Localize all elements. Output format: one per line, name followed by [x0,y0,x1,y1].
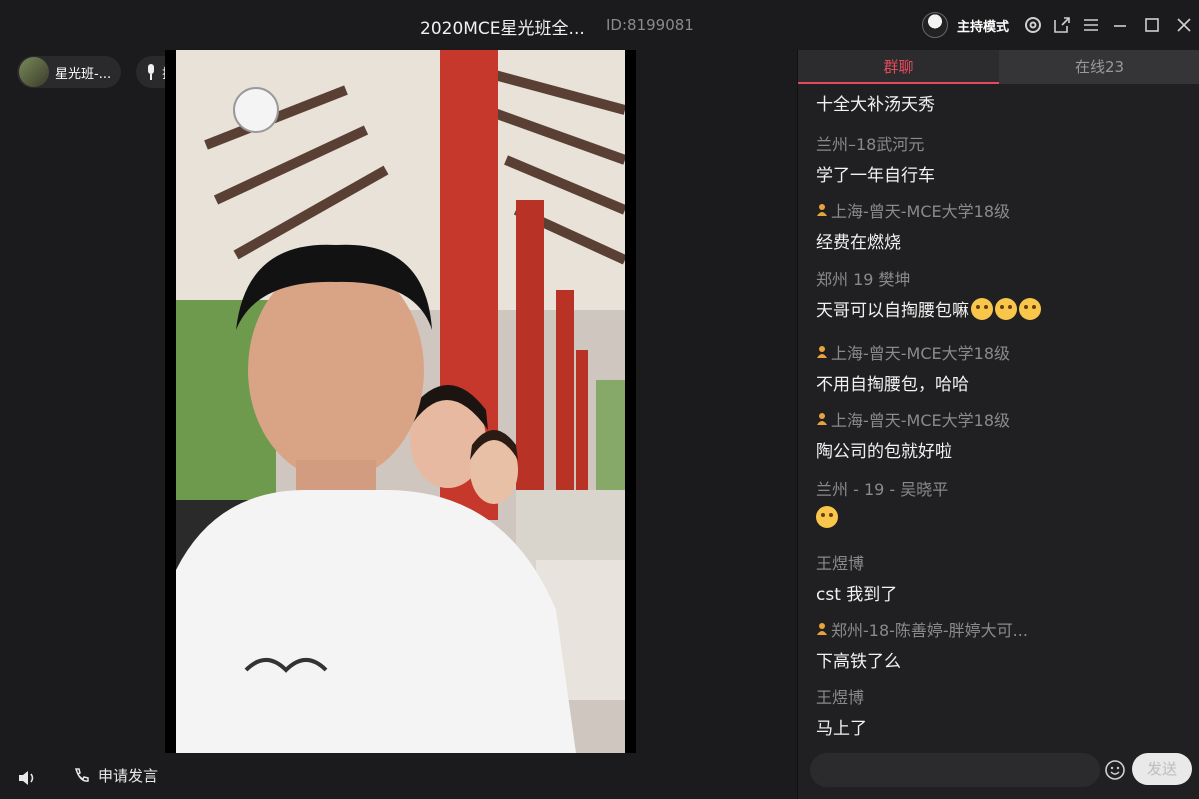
list-item: 上海-曾天-MCE大学18级 陶公司的包就好啦 [816,407,1010,462]
stage-area: 星光班-... 排麦 [0,50,797,799]
minimize-icon[interactable] [1109,14,1131,36]
list-item: 兰州–18武河元 学了一年自行车 [816,131,935,186]
message-sender: 上海-曾天-MCE大学18级 [831,344,1010,363]
list-item: 上海-曾天-MCE大学18级 经费在燃烧 [816,198,1010,253]
video-frame [176,50,625,753]
list-item: 兰州 - 19 - 吴晓平 [816,476,948,528]
message-text: 十全大补汤天秀 [816,95,935,115]
close-icon[interactable] [1173,14,1195,36]
message-sender: 上海-曾天-MCE大学18级 [831,411,1010,430]
list-item: 郑州 19 樊坤 天哥可以自掏腰包嘛 [816,266,1041,321]
list-item: 十全大补汤天秀 [816,90,935,115]
message-sender: 上海-曾天-MCE大学18级 [831,202,1010,221]
message-text: 陶公司的包就好啦 [816,442,952,462]
message-text-row: 天哥可以自掏腰包嘛 [816,296,1041,321]
chat-panel: 群聊 在线23 十全大补汤天秀 兰州–18武河元 学了一年自行车 上海-曾天-M… [797,50,1199,799]
message-sender: 兰州 - 19 - 吴晓平 [816,480,949,499]
message-sender: 王煜博 [816,554,865,573]
message-text: 下高铁了么 [816,652,901,672]
stage-controls: 申请发言 [0,753,797,799]
phone-icon [74,767,89,782]
list-item: 郑州-18-陈善婷-胖婷大可... 下高铁了么 [816,617,1028,672]
message-list: 十全大补汤天秀 兰州–18武河元 学了一年自行车 上海-曾天-MCE大学18级 … [798,84,1199,742]
send-button[interactable]: 发送 [1132,753,1192,785]
message-text: 学了一年自行车 [816,166,935,186]
member-badge-icon [817,623,827,635]
chat-input[interactable] [810,753,1100,787]
message-text-row [816,506,948,528]
video-feed[interactable] [165,50,636,753]
member-badge-icon [817,413,827,425]
message-sender-row: 郑州-18-陈善婷-胖婷大可... [816,617,1028,641]
message-sender: 郑州 19 樊坤 [816,270,911,289]
message-text: 马上了 [816,719,867,739]
emoji-icon [816,506,838,528]
speaker-name: 星光班-... [55,66,112,82]
message-sender: 兰州–18武河元 [816,135,925,154]
settings-icon[interactable] [1022,14,1044,36]
emoji-icon [995,297,1017,320]
title-bar: 2020MCE星光班全... ID:8199081 主持模式 [0,0,1199,50]
chat-input-bar: 发送 [798,742,1199,799]
member-badge-icon [817,346,827,358]
maximize-icon[interactable] [1141,14,1163,36]
message-text: 不用自掏腰包，哈哈 [816,375,969,395]
emoji-icon [1019,297,1041,320]
message-sender-row: 上海-曾天-MCE大学18级 [816,340,1010,364]
tab-online[interactable]: 在线23 [999,50,1199,84]
volume-icon[interactable] [16,767,38,789]
message-text: cst 我到了 [816,585,898,605]
speaker-chip[interactable]: 星光班-... [17,56,122,88]
message-sender-row: 上海-曾天-MCE大学18级 [816,198,1010,222]
avatar [19,57,49,87]
microphone-icon [148,64,154,80]
tab-group-chat[interactable]: 群聊 [798,50,999,84]
chat-tabs: 群聊 在线23 [798,50,1199,84]
window-title: 2020MCE星光班全... [420,19,585,39]
host-avatar[interactable] [922,12,948,38]
message-text: 天哥可以自掏腰包嘛 [816,301,969,321]
host-mode-button[interactable]: 主持模式 [957,16,1009,35]
message-text: 经费在燃烧 [816,233,901,253]
apply-speak-button[interactable]: 申请发言 [72,765,158,786]
apply-speak-label: 申请发言 [98,767,159,785]
popout-icon[interactable] [1051,14,1073,36]
room-id: ID:8199081 [606,16,694,34]
message-sender: 王煜博 [816,688,865,707]
list-item: 王煜博 马上了 [816,684,867,739]
list-item: 王煜博 cst 我到了 [816,550,897,605]
message-sender: 郑州-18-陈善婷-胖婷大可... [831,621,1028,640]
member-badge-icon [817,204,827,216]
menu-icon[interactable] [1080,14,1102,36]
emoji-picker-icon[interactable] [1104,759,1126,781]
emoji-icon [971,297,993,320]
list-item: 上海-曾天-MCE大学18级 不用自掏腰包，哈哈 [816,340,1010,395]
message-sender-row: 上海-曾天-MCE大学18级 [816,407,1010,431]
